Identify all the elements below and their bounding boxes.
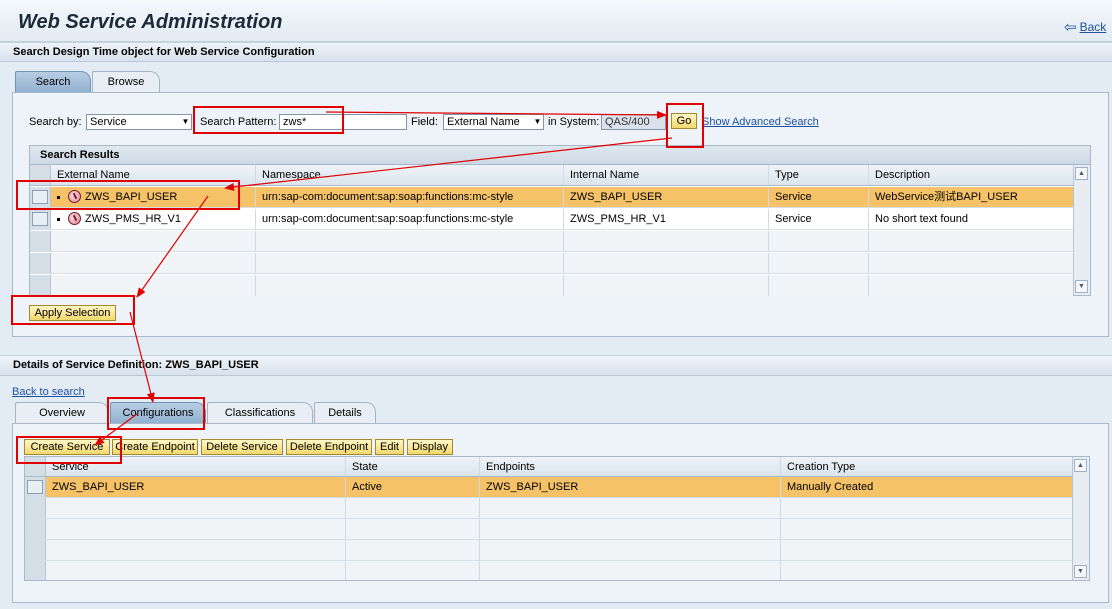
annotation-arrow xyxy=(224,137,673,191)
annotation-arrow xyxy=(136,195,209,298)
annotation-arrow xyxy=(94,413,138,446)
annotation-arrow xyxy=(129,311,155,403)
annotation-arrow xyxy=(325,110,667,119)
annotation-arrows xyxy=(94,110,673,446)
